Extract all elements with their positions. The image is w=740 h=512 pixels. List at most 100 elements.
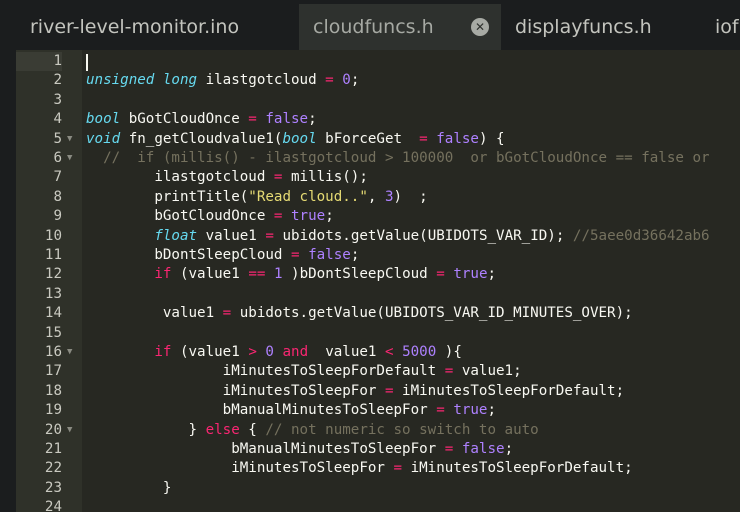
code-text: float value1 = ubidots.getValue(UBIDOTS_… (86, 227, 709, 246)
code-token: bManualMinutesToSleepFor (86, 441, 445, 457)
code-token: and (282, 344, 309, 360)
fold-triangle-icon[interactable]: ▼ (67, 421, 79, 440)
code-token: ; (325, 208, 334, 225)
tab-iof[interactable]: iof (701, 4, 740, 50)
fold-triangle-icon[interactable]: ▼ (67, 149, 79, 168)
code-line[interactable]: 5 ▼ void fn_getCloudvalue1(bool bForceGet … (16, 130, 740, 149)
code-line[interactable]: 18 iMinutesToSleepFor = iMinutesToSleepF… (16, 382, 740, 401)
code-text: bManualMinutesToSleepFor = false; (86, 440, 513, 459)
code-line[interactable]: 1 (16, 52, 740, 72)
code-text: value1 = ubidots.getValue(UBIDOTS_VAR_ID… (86, 304, 633, 323)
code-token: )bDontSleepCloud (282, 266, 437, 283)
line-number: 21 (44, 441, 62, 457)
code-text: void fn_getCloudvalue1(bool bForceGet = … (86, 130, 505, 149)
tab-river-level-monitor[interactable]: river-level-monitor.ino (16, 4, 298, 50)
code-line[interactable]: 21 bManualMinutesToSleepFor = false; (16, 440, 740, 459)
tab-label: cloudfuncs.h (313, 16, 434, 38)
line-number: 22 (44, 460, 62, 477)
code-token: , (367, 188, 385, 205)
line-number: 7 (53, 169, 62, 186)
code-token: = (419, 130, 428, 147)
code-token: value1; (453, 363, 522, 380)
code-line[interactable]: 4 bool bGotCloudOnce = false; (16, 110, 740, 129)
code-line[interactable]: 19 bManualMinutesToSleepFor = true; (16, 401, 740, 420)
line-number: 5 (53, 130, 62, 147)
code-token: false (461, 441, 505, 457)
code-token: bool (282, 130, 317, 147)
code-token: if (154, 344, 172, 360)
code-token: float (154, 227, 198, 244)
code-token: = (436, 402, 445, 419)
code-text: if (value1 == 1 )bDontSleepCloud = true; (86, 265, 496, 284)
tab-cloudfuncs[interactable]: cloudfuncs.h ✕ (299, 4, 501, 50)
code-token: = (436, 266, 445, 283)
code-line[interactable]: 15 (16, 324, 740, 343)
line-number: 10 (44, 227, 62, 244)
code-token: } (86, 479, 172, 496)
code-token: ; (350, 72, 360, 89)
tab-label: iof (715, 16, 739, 38)
code-line[interactable]: 23 } (16, 479, 740, 498)
code-token: ; (504, 441, 514, 457)
code-text: bGotCloudOnce = true; (86, 207, 334, 226)
code-token: ilastgotcloud (86, 169, 274, 186)
code-token: ){ (436, 344, 462, 360)
code-token: 1 (273, 266, 283, 283)
code-token: ubidots.getValue(UBIDOTS_VAR_ID); (273, 227, 573, 244)
code-line[interactable]: 20 ▼ } else { // not numeric so switch to… (16, 421, 740, 440)
code-text: } (86, 479, 172, 498)
code-token: if (154, 266, 172, 283)
code-line[interactable]: 12 if (value1 == 1 )bDontSleepCloud = tr… (16, 265, 740, 284)
code-line[interactable]: 8 printTitle("Read cloud..", 3) ; (16, 188, 740, 207)
code-text: if (value1 > 0 and value1 < 5000 ){ (86, 343, 462, 362)
close-icon[interactable]: ✕ (471, 18, 489, 36)
code-token: ; (487, 266, 497, 283)
code-line[interactable]: 17 iMinutesToSleepForDefault = value1; (16, 362, 740, 381)
code-token: ubidots.getValue(UBIDOTS_VAR_ID_MINUTES_… (231, 305, 633, 322)
code-line[interactable]: 16 ▼ if (value1 > 0 and value1 < 5000 ){ (16, 343, 740, 362)
code-line[interactable]: 11 bDontSleepCloud = false; (16, 246, 740, 265)
code-token: else (205, 421, 240, 438)
code-line[interactable]: 3 (16, 91, 740, 110)
fold-triangle-icon[interactable]: ▼ (67, 130, 79, 149)
code-line[interactable]: 9 bGotCloudOnce = true; (16, 207, 740, 226)
code-token: = (444, 441, 454, 457)
code-line[interactable]: 7 ilastgotcloud = millis(); (16, 168, 740, 187)
code-token: iMinutesToSleepForDefault (86, 363, 445, 380)
text-cursor (86, 54, 88, 71)
code-line[interactable]: 13 (16, 285, 740, 304)
code-token: > (248, 344, 257, 360)
code-token: false (436, 130, 479, 147)
code-token: = (384, 382, 394, 399)
code-token: = (222, 305, 232, 322)
code-line[interactable]: 22 iMinutesToSleepFor = iMinutesToSleepF… (16, 459, 740, 478)
fold-triangle-icon[interactable]: ▼ (67, 343, 79, 362)
tab-displayfuncs[interactable]: displayfuncs.h (501, 4, 701, 50)
code-line[interactable]: 14 value1 = ubidots.getValue(UBIDOTS_VAR… (16, 304, 740, 323)
line-number: 13 (44, 285, 62, 302)
code-line[interactable]: 6 ▼ // if (millis() - ilastgotcloud > 100… (16, 149, 740, 168)
line-number: 15 (44, 324, 62, 341)
code-token: = (325, 72, 334, 89)
code-line[interactable]: 24 (16, 498, 740, 512)
code-token: = (265, 227, 274, 244)
line-number: 8 (53, 188, 62, 205)
code-text: bManualMinutesToSleepFor = true; (86, 401, 496, 420)
line-number: 24 (44, 499, 62, 512)
code-text: printTitle("Read cloud..", 3) ; (86, 188, 427, 207)
code-text: } else { // not numeric so switch to aut… (86, 421, 538, 440)
code-editor[interactable]: 1 2 unsigned long ilastgotcloud = 0; 3 4 bool… (16, 50, 740, 512)
code-token: = (444, 363, 454, 380)
code-token: value1 (308, 344, 385, 360)
code-line[interactable]: 2 unsigned long ilastgotcloud = 0; (16, 71, 740, 90)
line-number: 9 (53, 208, 62, 225)
code-line[interactable]: 10 float value1 = ubidots.getValue(UBIDO… (16, 227, 740, 246)
code-text: unsigned long ilastgotcloud = 0; (86, 71, 359, 90)
